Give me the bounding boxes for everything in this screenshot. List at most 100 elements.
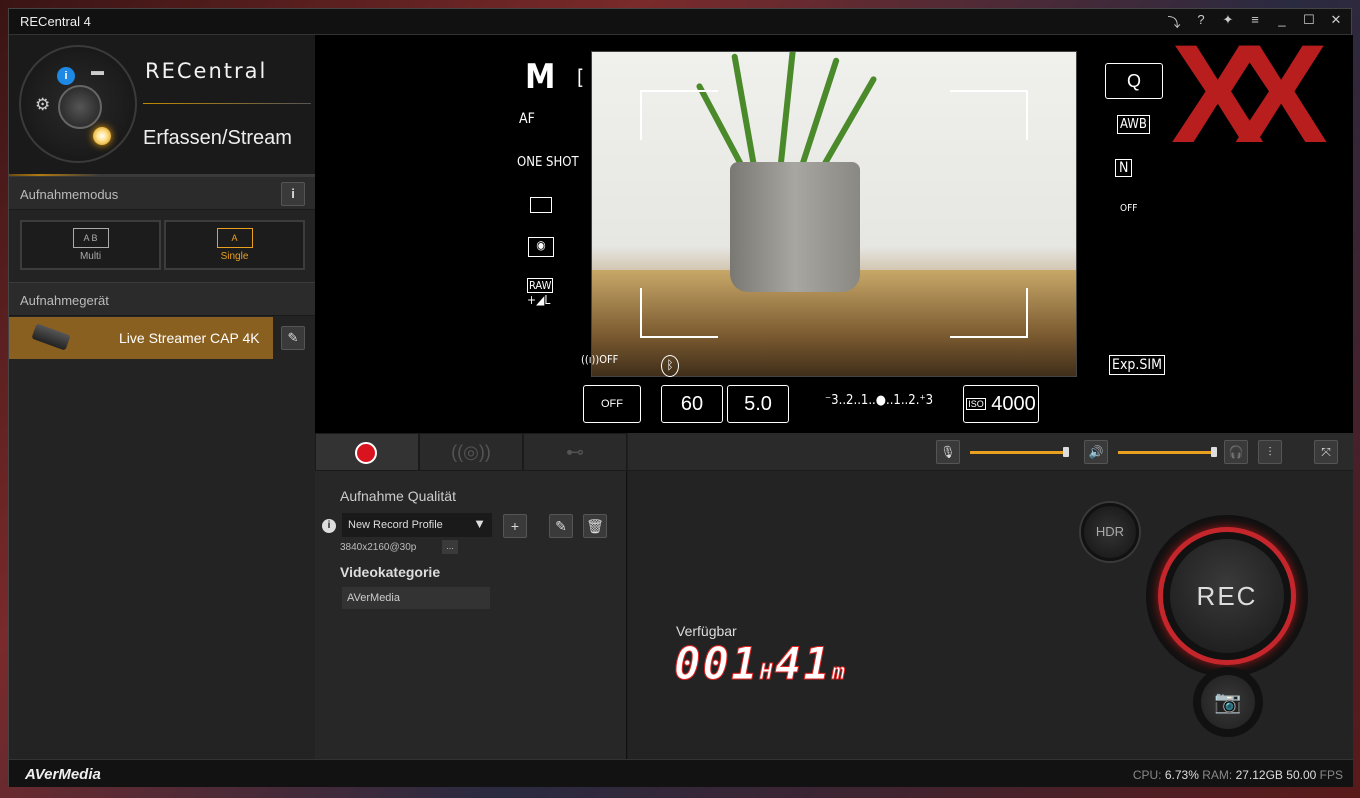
edit-profile-button[interactable]: ✎	[549, 514, 573, 538]
aperture: 5.0	[727, 385, 789, 423]
capture-mode-label: Aufnahmemodus	[20, 187, 119, 202]
iso-label: ISO	[966, 398, 986, 410]
cpu-label: CPU:	[1132, 768, 1162, 782]
fps-value: 50.00	[1286, 768, 1317, 782]
snapshot-button-housing: 📷	[1193, 667, 1263, 737]
capture-mode-info-button[interactable]: i	[281, 182, 305, 206]
logo-area: i ▬ ⚙ RECentral Erfassen/Stream	[9, 35, 315, 175]
resolution-text: 3840x2160@30p	[340, 542, 417, 553]
mode-multi-button[interactable]: A B Multi	[20, 220, 161, 270]
profile-info-icon[interactable]: i	[322, 519, 336, 533]
hours-digits: 001	[673, 639, 760, 691]
mode-multi-label: Multi	[79, 251, 102, 262]
mode-dial[interactable]: i ▬ ⚙	[19, 45, 137, 163]
image-quality-raw: RAW	[527, 278, 554, 293]
record-profile-select[interactable]: New Record Profile ▼	[342, 513, 492, 537]
slider-knob[interactable]	[1211, 447, 1217, 457]
fullscreen-icon[interactable]: ⤧	[1314, 440, 1338, 464]
device-item[interactable]: Live Streamer CAP 4K	[9, 317, 273, 359]
capture-device-label: Aufnahmegerät	[20, 293, 109, 308]
shutter-speed: 60	[661, 385, 723, 423]
chevron-down-icon: ▼	[473, 516, 486, 531]
available-label: Verfügbar	[676, 623, 737, 639]
exposure-scale: ⁻3..2..1..●..1..2.⁺3	[825, 393, 934, 408]
maximize-button[interactable]: ☐	[1302, 12, 1316, 31]
hours-unit: H	[759, 660, 775, 686]
plant-leaf	[797, 56, 840, 173]
minutes-unit: m	[831, 660, 847, 686]
info-icon[interactable]: i	[57, 67, 75, 85]
footer-brand: AVerMedia	[25, 766, 101, 783]
status-bar: AVerMedia CPU: 6.73% RAM: 27.12GB 50.00 …	[9, 759, 1353, 787]
brand-logo: RECentral	[145, 59, 268, 83]
camera-icon[interactable]: 📷	[1201, 675, 1255, 729]
headphones-icon[interactable]: 🎧	[1224, 440, 1248, 464]
window-title: RECentral 4	[20, 14, 91, 29]
delete-profile-button[interactable]: 🗑	[583, 514, 607, 538]
minutes-digits: 41	[774, 639, 832, 691]
af-frame-corner	[950, 288, 1028, 338]
image-quality-sub: +◢L	[527, 293, 551, 307]
af-frame-corner	[640, 288, 718, 338]
mode-title: Erfassen/Stream	[143, 127, 292, 149]
tab-record[interactable]	[315, 433, 419, 471]
tab-stream[interactable]: ((◎))	[419, 433, 523, 471]
video-preview[interactable]: M [ 531] 15 AF ONE SHOT ◉ RAW +◢L Q AWB …	[315, 15, 1353, 433]
available-time: 001H41m	[673, 639, 847, 691]
iso-box: ISO 4000	[963, 385, 1039, 423]
gear-icon[interactable]: ⚙	[35, 95, 50, 115]
cpu-value: 6.73%	[1164, 768, 1199, 782]
rec-button[interactable]: REC	[1170, 539, 1284, 653]
titlebar: RECentral 4 ⤵ ? ✦ ≡ _ ☐ ✕	[9, 9, 1351, 35]
record-control-panel: 🎙 🔊 🎧 ⫶ ⤧ Verfügbar 001H41m HDR REC 📷	[628, 433, 1353, 759]
close-button[interactable]: ✕	[1329, 12, 1343, 31]
exposure-simulation: Exp.SIM	[1109, 355, 1165, 375]
hdr-button[interactable]: HDR	[1081, 503, 1139, 561]
video-category-input[interactable]: AVerMedia	[342, 587, 490, 609]
add-profile-button[interactable]: +	[503, 514, 527, 538]
watermark-logo: XX	[1171, 15, 1328, 172]
af-indicator: AF	[519, 111, 535, 127]
mode-single-button[interactable]: A Single	[164, 220, 305, 270]
af-frame-corner	[950, 90, 1028, 140]
divider	[143, 103, 311, 104]
single-icon: A	[216, 228, 253, 248]
plant-leaf	[777, 52, 797, 173]
multi-icon: A B	[72, 228, 109, 248]
more-button[interactable]: ...	[442, 540, 458, 554]
device-edit-button[interactable]: ✎	[281, 326, 305, 350]
capture-mode-header: Aufnahmemodus i	[9, 176, 315, 210]
tab-multi-stream[interactable]: ⊷	[523, 433, 627, 471]
audio-toolbar: 🎙 🔊 🎧 ⫶ ⤧	[628, 433, 1353, 471]
speaker-volume-slider[interactable]	[1118, 447, 1217, 457]
metering-icon: ◉	[528, 237, 554, 257]
shooting-mode: M	[525, 57, 556, 97]
video-category-label: Videokategorie	[340, 564, 441, 580]
network-icon: ⊷	[566, 442, 584, 462]
record-icon	[355, 442, 377, 464]
device-icon	[31, 323, 71, 351]
touch-shutter-off-icon: OFF	[583, 385, 641, 423]
picture-style: N	[1115, 159, 1133, 177]
capture-stream-indicator-icon[interactable]	[93, 127, 111, 145]
quality-label: Aufnahme Qualität	[340, 488, 456, 504]
rec-ring: REC	[1158, 527, 1296, 665]
mic-volume-slider[interactable]	[970, 447, 1069, 457]
app-window: RECentral 4 ⤵ ? ✦ ≡ _ ☐ ✕ i ▬ ⚙ RECentra…	[8, 8, 1353, 787]
fps-label: FPS	[1319, 768, 1343, 782]
record-profile-value: New Record Profile	[348, 519, 443, 531]
slider-knob[interactable]	[1063, 447, 1069, 457]
af-mode: ONE SHOT	[517, 155, 579, 170]
speaker-icon[interactable]: 🔊	[1084, 440, 1108, 464]
white-balance: AWB	[1117, 115, 1150, 134]
dial-center	[58, 85, 102, 129]
broadcast-icon: ((◎))	[451, 442, 491, 462]
mixer-icon[interactable]: ⫶	[1258, 440, 1282, 464]
ram-value: 27.12GB	[1235, 768, 1283, 782]
record-settings-panel: ((◎)) ⊷ Aufnahme Qualität i New Record P…	[315, 433, 627, 759]
folder-icon[interactable]: ▬	[91, 63, 104, 78]
drive-mode-icon	[530, 197, 552, 213]
capture-device-header: Aufnahmegerät	[9, 282, 315, 316]
microphone-icon[interactable]: 🎙	[936, 440, 960, 464]
quick-menu-icon: Q	[1105, 63, 1163, 99]
